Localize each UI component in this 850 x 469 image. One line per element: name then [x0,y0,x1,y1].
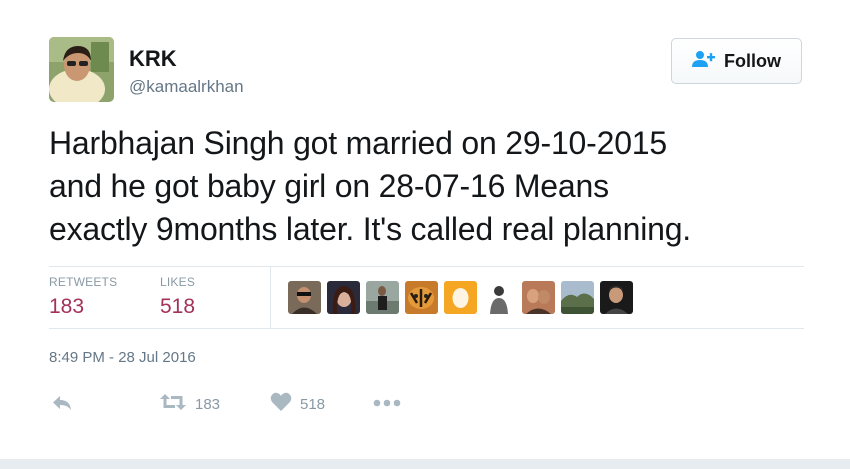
retweets-label: RETWEETS [49,275,118,289]
liker-avatar[interactable] [561,281,594,314]
liker-avatar[interactable] [405,281,438,314]
tweet-text: Harbhajan Singh got married on 29-10-201… [49,122,809,251]
page-background-strip [0,459,850,469]
tweet-text-line: exactly 9months later. It's called real … [49,211,691,247]
tweet-text-line: and he got baby girl on 28-07-16 Means [49,168,609,204]
liker-avatar[interactable] [522,281,555,314]
reply-icon [51,394,73,417]
follow-person-plus-icon [692,50,716,73]
avatar[interactable] [49,37,114,102]
like-button[interactable]: 518 [270,392,325,417]
heart-icon [270,392,292,417]
liker-avatars [288,281,633,314]
liker-avatar[interactable] [327,281,360,314]
liker-avatar[interactable] [288,281,321,314]
likes-count: 518 [160,295,196,318]
liker-avatar[interactable] [483,281,516,314]
likes-stat[interactable]: LIKES 518 [160,275,195,319]
retweet-icon [159,392,187,417]
user-handle[interactable]: @kamaalrkhan [129,77,244,97]
like-action-count: 518 [300,396,326,413]
retweet-button[interactable]: 183 [159,392,220,417]
likes-label: LIKES [160,275,196,289]
liker-avatar[interactable] [600,281,633,314]
tweet-text-line: Harbhajan Singh got married on 29-10-201… [49,125,667,161]
follow-button-label: Follow [724,50,781,71]
retweets-stat[interactable]: RETWEETS 183 [49,275,117,319]
retweet-action-count: 183 [195,396,221,413]
liker-avatar[interactable] [444,281,477,314]
more-dots-icon [373,395,401,413]
reply-button[interactable] [51,394,73,417]
stat-divider [270,267,271,328]
tweet-timestamp[interactable]: 8:49 PM - 28 Jul 2016 [49,349,196,366]
divider [49,266,804,267]
divider [49,328,804,329]
retweets-count: 183 [49,295,85,318]
tweet-card: KRK @kamaalrkhan Follow Harbhajan Singh … [0,0,850,459]
display-name[interactable]: KRK [129,46,177,72]
follow-button[interactable]: Follow [671,38,802,84]
more-button[interactable] [373,395,401,413]
liker-avatar[interactable] [366,281,399,314]
